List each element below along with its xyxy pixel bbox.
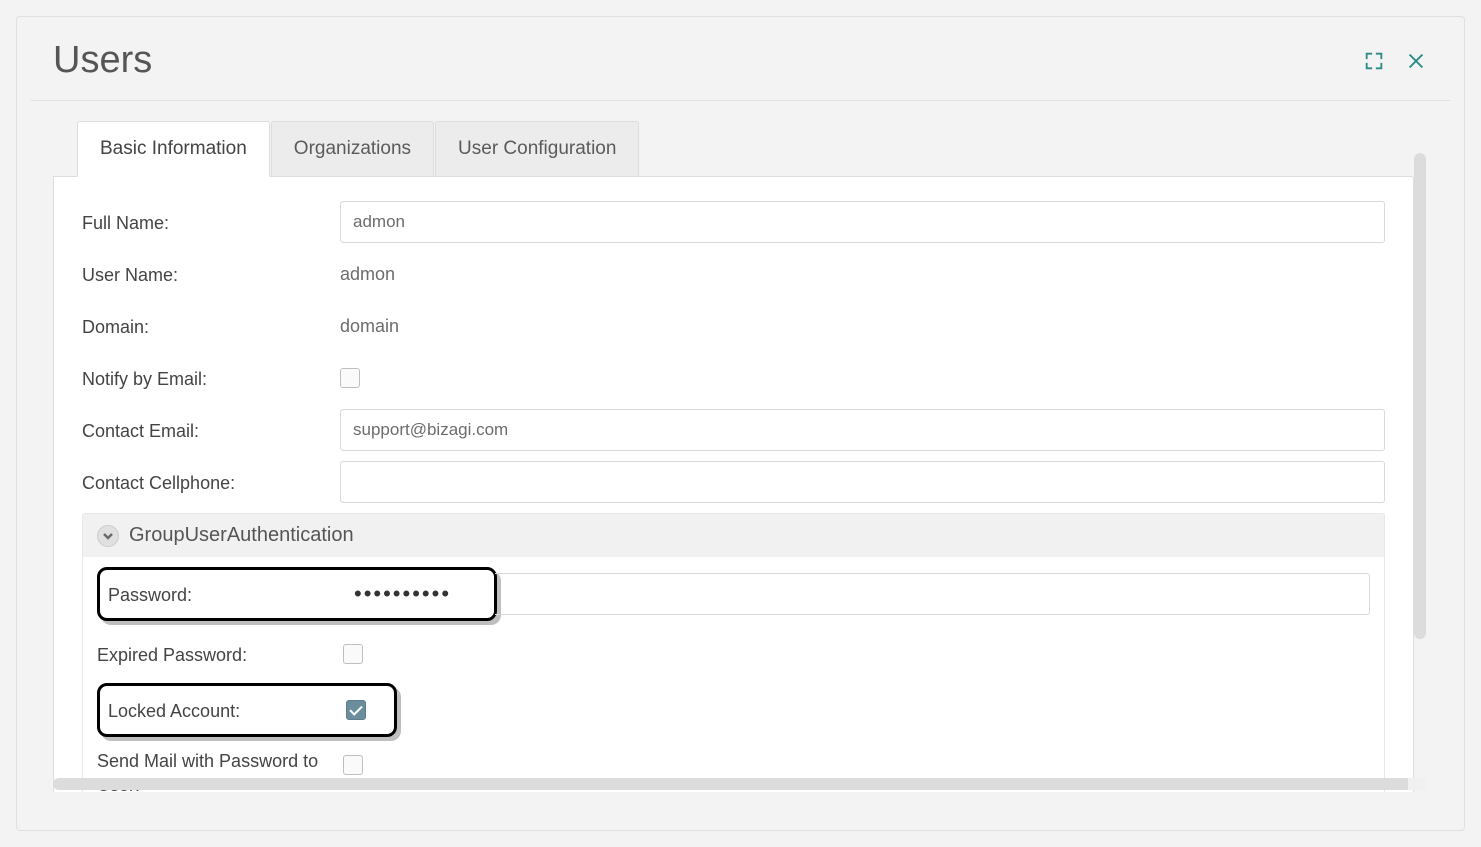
row-contact-cellphone: Contact Cellphone: xyxy=(82,459,1385,505)
checkbox-locked-account[interactable] xyxy=(346,700,366,720)
header-actions xyxy=(1362,39,1428,73)
label-domain: Domain: xyxy=(82,315,340,338)
scrollbar-horizontal[interactable] xyxy=(53,778,1414,790)
value-domain: domain xyxy=(340,316,1385,337)
row-user-name: User Name: admon xyxy=(82,251,1385,297)
label-locked-account: Locked Account: xyxy=(108,699,346,722)
label-contact-email: Contact Email: xyxy=(82,419,340,442)
tab-basic-information[interactable]: Basic Information xyxy=(77,121,270,177)
row-contact-email: Contact Email: xyxy=(82,407,1385,453)
checkbox-expired-password[interactable] xyxy=(343,644,363,664)
page-title: Users xyxy=(53,39,152,82)
label-password: Password: xyxy=(108,583,346,606)
group-user-authentication: GroupUserAuthentication Password: ••••••… xyxy=(82,513,1385,792)
highlight-password: Password: •••••••••• xyxy=(97,567,497,621)
row-domain: Domain: domain xyxy=(82,303,1385,349)
full-name-input[interactable] xyxy=(340,201,1385,243)
scrollbar-vertical[interactable] xyxy=(1414,153,1426,639)
group-header: GroupUserAuthentication xyxy=(83,514,1384,557)
checkbox-notify-email[interactable] xyxy=(340,368,360,388)
label-full-name: Full Name: xyxy=(82,211,340,234)
checkbox-send-mail[interactable] xyxy=(343,755,363,775)
modal-header: Users xyxy=(31,17,1450,101)
row-password: Password: •••••••••• xyxy=(97,567,1370,621)
tab-organizations[interactable]: Organizations xyxy=(271,121,434,176)
chevron-down-icon[interactable] xyxy=(97,525,119,547)
tab-user-configuration[interactable]: User Configuration xyxy=(435,121,639,176)
row-expired-password: Expired Password: xyxy=(97,631,1370,677)
tabs-bar: Basic Information Organizations User Con… xyxy=(77,121,1414,176)
contact-email-input[interactable] xyxy=(340,409,1385,451)
password-input[interactable] xyxy=(495,573,1370,615)
contact-cellphone-input[interactable] xyxy=(340,461,1385,503)
label-user-name: User Name: xyxy=(82,263,340,286)
content-scroll: Basic Information Organizations User Con… xyxy=(53,121,1414,792)
users-modal: Users Basic Information Organizations Us… xyxy=(16,16,1465,831)
label-expired-password: Expired Password: xyxy=(97,643,343,666)
close-icon[interactable] xyxy=(1404,49,1428,73)
expand-icon[interactable] xyxy=(1362,49,1386,73)
scrollbar-corner xyxy=(1408,778,1426,790)
group-body: Password: •••••••••• Expired Password: L… xyxy=(83,557,1384,792)
row-full-name: Full Name: xyxy=(82,199,1385,245)
label-notify-email: Notify by Email: xyxy=(82,367,340,390)
value-user-name: admon xyxy=(340,264,1385,285)
tab-panel-basic-information: Full Name: User Name: admon Domain: doma… xyxy=(53,176,1414,792)
password-mask[interactable]: •••••••••• xyxy=(346,581,486,607)
highlight-locked-account: Locked Account: xyxy=(97,683,397,737)
label-contact-cellphone: Contact Cellphone: xyxy=(82,471,340,494)
group-title: GroupUserAuthentication xyxy=(129,524,354,547)
row-notify-email: Notify by Email: xyxy=(82,355,1385,401)
row-locked-account: Locked Account: xyxy=(97,683,1370,737)
